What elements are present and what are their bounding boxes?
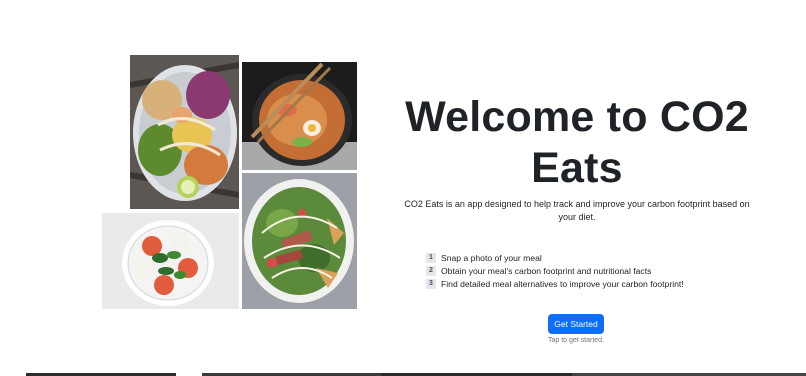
hero: Welcome to CO2 Eats <box>396 92 758 194</box>
cta-section: Get Started Tap to get started. <box>530 314 622 344</box>
title-line-1: Welcome to CO2 <box>405 93 749 141</box>
get-started-button[interactable]: Get Started <box>548 314 604 334</box>
step-text: Obtain your meal's carbon footprint and … <box>441 265 652 276</box>
step-text: Find detailed meal alternatives to impro… <box>441 278 684 289</box>
app-description: CO2 Eats is an app designed to help trac… <box>404 199 750 222</box>
cta-hint: Tap to get started. <box>547 337 605 344</box>
step-text: Snap a photo of your meal <box>441 252 542 263</box>
ramen-bowl-photo <box>242 62 357 170</box>
title-line-2: Eats <box>531 144 623 192</box>
step-item: 3 Find detailed meal alternatives to imp… <box>426 277 726 290</box>
step-number-badge: 1 <box>426 252 436 263</box>
step-item: 1 Snap a photo of your meal <box>426 251 726 264</box>
step-number-badge: 3 <box>426 278 436 289</box>
step-number-badge: 2 <box>426 265 436 276</box>
page-title: Welcome to CO2 Eats <box>396 92 758 194</box>
step-item: 2 Obtain your meal's carbon footprint an… <box>426 264 726 277</box>
steak-salad-photo <box>242 173 357 309</box>
shrimp-bowl-photo <box>130 55 239 209</box>
caprese-salad-photo <box>102 213 239 309</box>
steps-list: 1 Snap a photo of your meal 2 Obtain you… <box>426 251 726 290</box>
